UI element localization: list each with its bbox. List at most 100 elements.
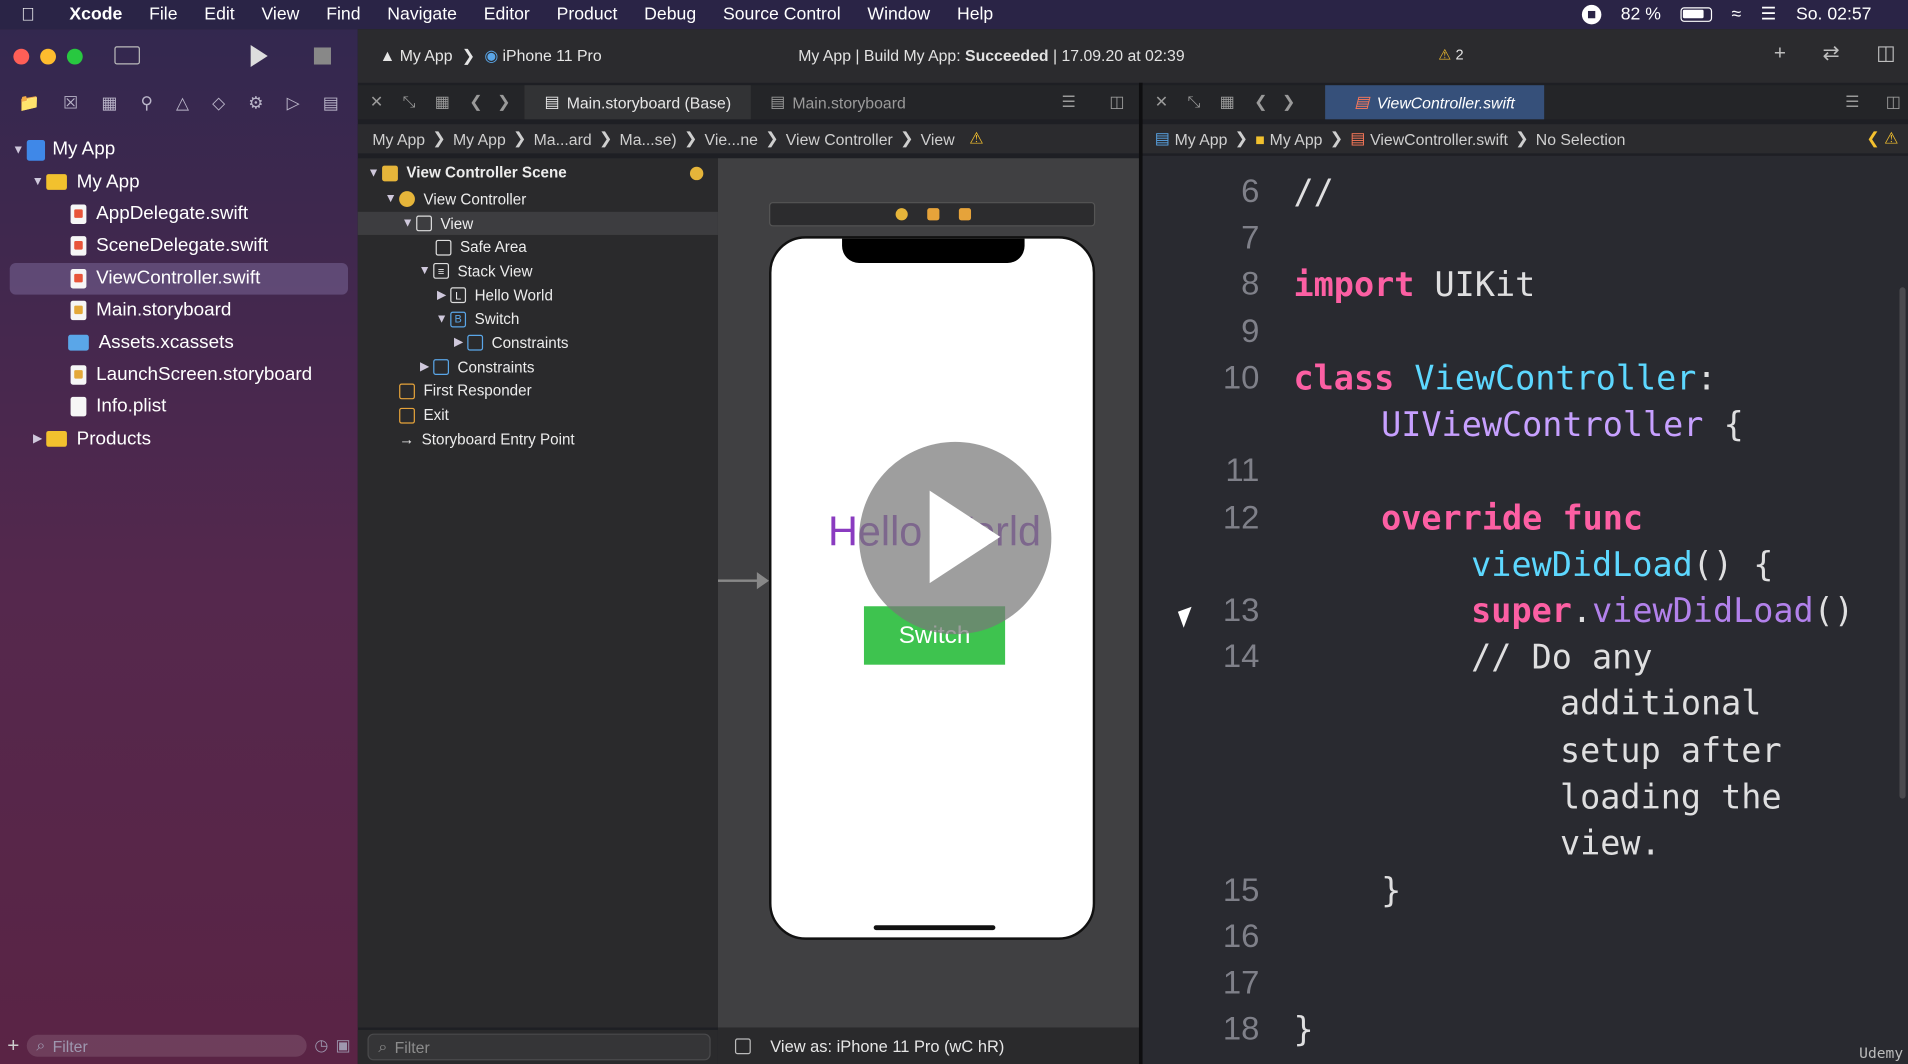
split-editor-icon[interactable]: ◫: [1886, 93, 1901, 112]
vertical-scrollbar[interactable]: [1899, 287, 1906, 799]
warnings-badge[interactable]: ⚠ 2: [1438, 46, 1463, 63]
editor-options-icon[interactable]: ☰: [1845, 93, 1859, 112]
outline-item[interactable]: ▼ ≡ Stack View: [358, 259, 718, 283]
menu-edit[interactable]: Edit: [191, 5, 248, 24]
outline-filter-input[interactable]: ⌕ Filter: [367, 1033, 711, 1061]
jumpbar-item[interactable]: My App: [1270, 130, 1323, 148]
jumpbar-item[interactable]: View Controller: [786, 130, 893, 148]
tree-item-file[interactable]: Info.plist: [10, 391, 348, 423]
chevron-right-icon[interactable]: ▶: [29, 432, 46, 445]
close-editor-icon[interactable]: ✕: [1143, 93, 1181, 112]
editor-options-icon[interactable]: ☰: [1062, 93, 1076, 112]
menu-app[interactable]: Xcode: [56, 5, 136, 24]
menu-find[interactable]: Find: [313, 5, 374, 24]
scheme-selector[interactable]: ▲ My App ❯ ◉ iPhone 11 Pro: [380, 46, 602, 65]
chevron-right-icon[interactable]: ▶: [450, 337, 467, 350]
entry-point-arrow[interactable]: [717, 572, 770, 590]
outline-item-scene[interactable]: ▼ View Controller Scene: [358, 158, 718, 187]
tab-main-storyboard[interactable]: ▤ Main.storyboard: [751, 85, 926, 119]
chevron-down-icon[interactable]: ▼: [365, 166, 382, 179]
menu-view[interactable]: View: [248, 5, 313, 24]
expand-icon[interactable]: ⤡: [1180, 93, 1207, 112]
jumpbar-item[interactable]: My App: [453, 130, 506, 148]
control-center-icon[interactable]: ☰: [1761, 5, 1777, 24]
chevron-down-icon[interactable]: ▼: [10, 143, 27, 156]
warning-dot-icon[interactable]: [689, 166, 704, 180]
chevron-down-icon[interactable]: ▼: [29, 175, 46, 188]
menu-navigate[interactable]: Navigate: [374, 5, 470, 24]
breakpoint-icon[interactable]: ▷: [287, 92, 300, 113]
forward-icon[interactable]: ❯: [1275, 93, 1303, 112]
add-library-icon[interactable]: +: [1774, 41, 1786, 65]
apple-menu-icon[interactable]: : [0, 4, 56, 25]
folder-icon[interactable]: 📁: [19, 92, 40, 113]
zoom-window-button[interactable]: [66, 48, 83, 65]
source-control-icon[interactable]: ☒: [63, 92, 78, 113]
menu-editor[interactable]: Editor: [470, 5, 543, 24]
grid-icon[interactable]: ▦: [423, 93, 462, 112]
outline-item[interactable]: ▶ L Hello World: [358, 283, 718, 307]
run-icon[interactable]: [250, 45, 268, 67]
tree-item-file[interactable]: Assets.xcassets: [10, 327, 348, 359]
chevron-right-icon[interactable]: ▶: [433, 289, 450, 302]
report-icon[interactable]: ▤: [323, 92, 339, 113]
chevron-right-icon[interactable]: ▶: [416, 361, 433, 374]
screen-record-icon[interactable]: [1581, 4, 1602, 25]
source-control-filter-icon[interactable]: ▣: [335, 1036, 350, 1055]
view-controller-dock-icon[interactable]: [895, 208, 908, 221]
test-diamond-icon[interactable]: ◇: [212, 92, 225, 113]
jumpbar-item[interactable]: Ma...se): [620, 130, 677, 148]
tree-item-file[interactable]: LaunchScreen.storyboard: [10, 359, 348, 391]
outline-item[interactable]: Safe Area: [358, 235, 718, 259]
split-editor-icon[interactable]: ◫: [1109, 93, 1124, 112]
chevron-down-icon[interactable]: ▼: [433, 313, 450, 326]
menu-window[interactable]: Window: [854, 5, 944, 24]
menu-source-control[interactable]: Source Control: [710, 5, 854, 24]
outline-item[interactable]: → Storyboard Entry Point: [358, 427, 718, 451]
close-editor-icon[interactable]: ✕: [358, 93, 396, 112]
jumpbar-item[interactable]: My App: [1175, 130, 1228, 148]
jumpbar-item[interactable]: My App: [372, 130, 425, 148]
tree-item-file[interactable]: AppDelegate.swift: [10, 198, 348, 230]
chevron-down-icon[interactable]: ▼: [399, 217, 416, 230]
tree-item-group[interactable]: ▶ Products: [10, 423, 348, 455]
outline-toggle-icon[interactable]: [734, 1037, 751, 1054]
tree-item-file-selected[interactable]: ViewController.swift: [9, 262, 349, 295]
jumpbar-item[interactable]: ViewController.swift: [1370, 130, 1508, 148]
first-responder-dock-icon[interactable]: [927, 208, 940, 221]
menu-debug[interactable]: Debug: [631, 5, 710, 24]
outline-item[interactable]: ▶ Constraints: [358, 355, 718, 379]
activity-viewer[interactable]: My App | Build My App: Succeeded | 17.09…: [798, 46, 1184, 64]
inspector-toggle-icon[interactable]: ◫: [1876, 41, 1896, 65]
tab-viewcontroller-swift[interactable]: ▤ ViewController.swift: [1325, 85, 1545, 120]
issue-warning-icon[interactable]: △: [176, 92, 189, 113]
video-play-overlay[interactable]: [859, 441, 1052, 635]
grid-icon[interactable]: ▦: [1207, 93, 1246, 112]
battery-icon[interactable]: [1680, 7, 1713, 22]
navigator-filter-input[interactable]: ⌕ Filter: [26, 1034, 308, 1057]
tree-item-file[interactable]: Main.storyboard: [10, 295, 348, 327]
outline-item[interactable]: ▼ B Switch: [358, 307, 718, 331]
search-icon[interactable]: ⚲: [140, 92, 152, 113]
tree-item-file[interactable]: SceneDelegate.swift: [10, 230, 348, 262]
chevron-down-icon[interactable]: ▼: [416, 265, 433, 278]
menu-help[interactable]: Help: [944, 5, 1007, 24]
wifi-icon[interactable]: ≈: [1732, 5, 1742, 24]
jumpbar-item[interactable]: Vie...ne: [705, 130, 758, 148]
code-review-icon[interactable]: ⇄: [1822, 41, 1839, 65]
outline-item[interactable]: ▼ View Controller: [358, 187, 718, 211]
debug-icon[interactable]: ⚙: [248, 92, 263, 113]
jumpbar-item[interactable]: View: [921, 130, 955, 148]
recent-files-icon[interactable]: ◷: [314, 1036, 328, 1055]
outline-item-selected[interactable]: ▼ View: [357, 211, 718, 236]
back-icon[interactable]: ❮: [462, 93, 490, 112]
add-icon[interactable]: +: [7, 1034, 19, 1058]
minimize-window-button[interactable]: [40, 48, 56, 65]
jumpbar-item[interactable]: No Selection: [1536, 130, 1626, 148]
back-icon[interactable]: ❮: [1247, 93, 1275, 112]
jumpbar-item[interactable]: Ma...ard: [534, 130, 592, 148]
symbol-navigator-icon[interactable]: ▦: [101, 92, 117, 113]
code-editor[interactable]: 6 // 7 8 import UIKit 9 10 class ViewCon…: [1142, 155, 1908, 1064]
outline-item[interactable]: ▶ Constraints: [358, 331, 718, 355]
expand-icon[interactable]: ⤡: [395, 93, 422, 112]
